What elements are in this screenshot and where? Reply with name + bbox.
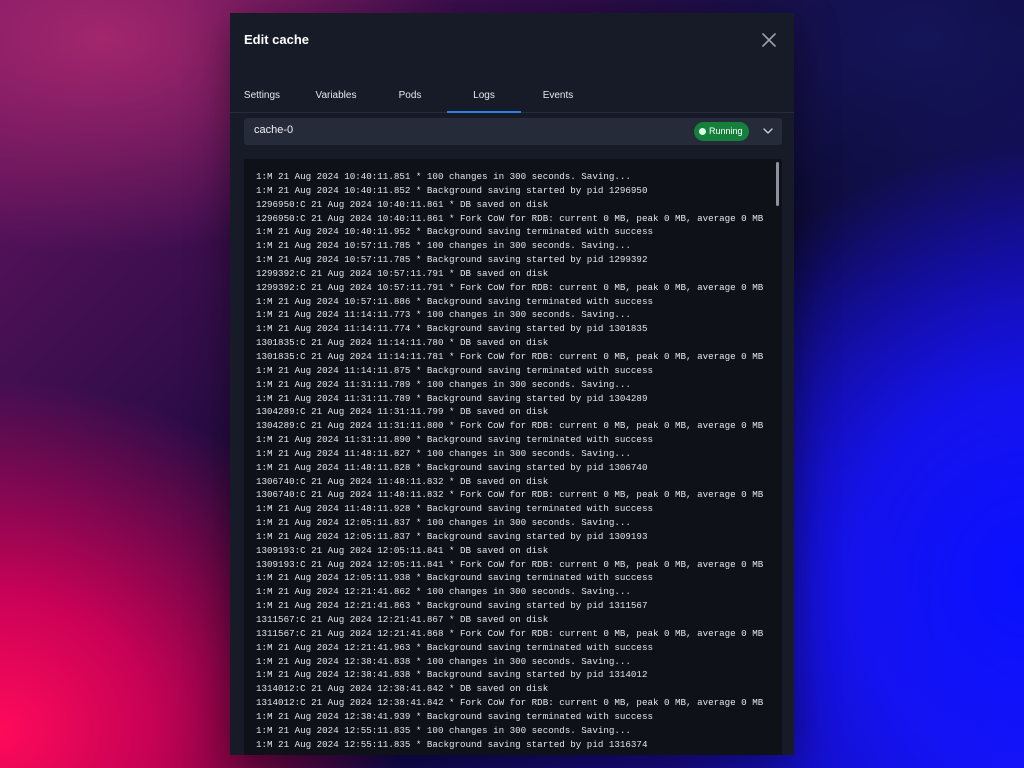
log-line: 1304289:C 21 Aug 2024 11:31:11.799 * DB … [256, 406, 549, 418]
close-button[interactable] [758, 29, 780, 51]
log-line: 1:M 21 Aug 2024 10:57:11.785 * 100 chang… [256, 240, 631, 252]
status-badge: Running [694, 122, 749, 141]
log-line: 1:M 21 Aug 2024 10:40:11.852 * Backgroun… [256, 184, 648, 196]
tab-settings[interactable]: Settings [230, 79, 294, 112]
log-line: 1296950:C 21 Aug 2024 10:40:11.861 * DB … [256, 198, 549, 210]
tab-pods[interactable]: Pods [374, 79, 446, 112]
log-line: 1314012:C 21 Aug 2024 12:38:41.842 * DB … [256, 683, 549, 695]
modal-title: Edit cache [244, 32, 310, 47]
log-line: 1299392:C 21 Aug 2024 10:57:11.791 * For… [256, 281, 764, 293]
log-line: 1314012:C 21 Aug 2024 12:38:41.842 * For… [256, 697, 764, 709]
chevron-down-icon[interactable] [762, 125, 774, 137]
log-line: 1:M 21 Aug 2024 11:14:11.774 * Backgroun… [256, 323, 648, 335]
log-line: 1309193:C 21 Aug 2024 12:05:11.841 * DB … [256, 544, 549, 556]
tab-variables[interactable]: Variables [304, 79, 368, 112]
edit-cache-modal: Edit cache Settings Variables Pods Logs … [230, 13, 794, 755]
log-line: 1:M 21 Aug 2024 12:05:11.837 * 100 chang… [256, 517, 631, 529]
log-line: 1:M 21 Aug 2024 12:55:11.835 * 100 chang… [256, 724, 631, 736]
log-line: 1:M 21 Aug 2024 12:21:41.863 * Backgroun… [256, 600, 648, 612]
log-panel: 1:M 21 Aug 2024 10:40:11.851 * 100 chang… [244, 159, 782, 755]
tab-events[interactable]: Events [522, 79, 594, 112]
log-lines: 1:M 21 Aug 2024 10:40:11.851 * 100 chang… [256, 170, 768, 751]
log-line: 1:M 21 Aug 2024 12:05:11.938 * Backgroun… [256, 572, 653, 584]
tab-bar: Settings Variables Pods Logs Events [230, 79, 794, 113]
log-line: 1306740:C 21 Aug 2024 11:48:11.832 * For… [256, 489, 764, 501]
log-line: 1:M 21 Aug 2024 11:31:11.789 * 100 chang… [256, 378, 631, 390]
status-text: Running [709, 126, 743, 136]
log-line: 1:M 21 Aug 2024 12:38:41.838 * Backgroun… [256, 669, 648, 681]
log-line: 1:M 21 Aug 2024 12:21:41.862 * 100 chang… [256, 586, 631, 598]
log-line: 1:M 21 Aug 2024 11:48:11.928 * Backgroun… [256, 503, 653, 515]
tab-logs[interactable]: Logs [447, 79, 521, 113]
pod-select-value: cache-0 [254, 124, 294, 136]
log-line: 1:M 21 Aug 2024 10:40:11.952 * Backgroun… [256, 226, 653, 238]
log-line: 1:M 21 Aug 2024 11:48:11.828 * Backgroun… [256, 461, 648, 473]
log-scrollbar[interactable] [776, 162, 779, 206]
log-line: 1301835:C 21 Aug 2024 11:14:11.780 * DB … [256, 337, 549, 349]
log-line: 1:M 21 Aug 2024 11:31:11.890 * Backgroun… [256, 434, 653, 446]
pod-select[interactable]: cache-0 Running [244, 118, 782, 145]
close-icon [762, 33, 776, 47]
log-line: 1:M 21 Aug 2024 11:14:11.875 * Backgroun… [256, 364, 653, 376]
log-line: 1:M 21 Aug 2024 10:40:11.851 * 100 chang… [256, 171, 631, 182]
log-line: 1304289:C 21 Aug 2024 11:31:11.800 * For… [256, 420, 764, 432]
log-line: 1296950:C 21 Aug 2024 10:40:11.861 * For… [256, 212, 764, 224]
modal-header: Edit cache [230, 13, 794, 67]
log-line: 1:M 21 Aug 2024 12:05:11.837 * Backgroun… [256, 530, 648, 542]
log-line: 1:M 21 Aug 2024 12:21:41.963 * Backgroun… [256, 641, 653, 653]
log-line: 1:M 21 Aug 2024 10:57:11.886 * Backgroun… [256, 295, 653, 307]
log-line: 1:M 21 Aug 2024 11:31:11.789 * Backgroun… [256, 392, 648, 404]
status-dot [699, 128, 706, 135]
log-line: 1:M 21 Aug 2024 11:48:11.827 * 100 chang… [256, 447, 631, 459]
log-line: 1:M 21 Aug 2024 12:38:41.939 * Backgroun… [256, 710, 653, 722]
log-line: 1311567:C 21 Aug 2024 12:21:41.868 * For… [256, 627, 764, 639]
log-line: 1:M 21 Aug 2024 10:57:11.785 * Backgroun… [256, 254, 648, 266]
log-line: 1311567:C 21 Aug 2024 12:21:41.867 * DB … [256, 614, 549, 625]
log-line: 1299392:C 21 Aug 2024 10:57:11.791 * DB … [256, 267, 549, 279]
log-line: 1:M 21 Aug 2024 11:14:11.773 * 100 chang… [256, 309, 631, 321]
log-line: 1:M 21 Aug 2024 12:38:41.838 * 100 chang… [256, 655, 631, 667]
log-line: 1306740:C 21 Aug 2024 11:48:11.832 * DB … [256, 475, 549, 487]
log-line: 1309193:C 21 Aug 2024 12:05:11.841 * For… [256, 558, 764, 570]
log-line: 1301835:C 21 Aug 2024 11:14:11.781 * For… [256, 350, 764, 362]
log-line: 1:M 21 Aug 2024 12:55:11.835 * Backgroun… [256, 738, 648, 750]
